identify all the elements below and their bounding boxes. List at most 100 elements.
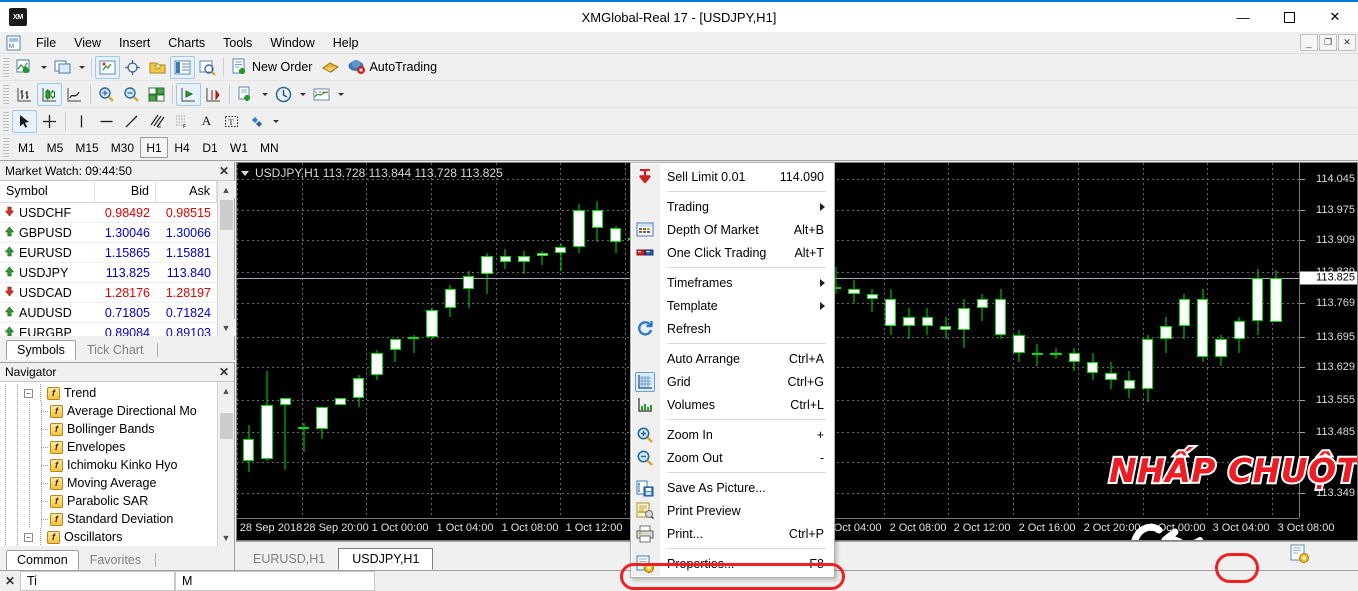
timeframe-grip[interactable]	[3, 138, 9, 157]
tab-symbols[interactable]: Symbols	[6, 340, 76, 360]
scroll-up-icon[interactable]: ▲	[217, 181, 235, 198]
mdi-close-button[interactable]: ✕	[1338, 34, 1356, 51]
menu-view[interactable]: View	[65, 33, 110, 53]
context-menu-item[interactable]: One Click Trading Alt+T	[631, 241, 834, 264]
data-window-button[interactable]	[120, 56, 145, 79]
market-watch-scrollbar[interactable]: ▲ ▼	[217, 181, 235, 336]
context-menu-item[interactable]: Save As Picture...	[631, 476, 834, 499]
market-watch-row[interactable]: USDCHF 0.98492 0.98515	[0, 203, 217, 223]
equidistant-channel-button[interactable]: E	[144, 110, 169, 133]
context-menu-item[interactable]: Properties... F8	[631, 552, 834, 575]
tile-windows-button[interactable]	[144, 83, 169, 106]
context-menu-item[interactable]: Sell Limit 0.01 114.090	[631, 165, 834, 188]
menu-tools[interactable]: Tools	[214, 33, 261, 53]
column-header-bid[interactable]: Bid	[95, 181, 156, 202]
context-menu-item[interactable]: Timeframes	[631, 271, 834, 294]
profiles-dropdown[interactable]	[75, 56, 88, 79]
timeframe-h4[interactable]: H4	[168, 137, 196, 158]
periods-button[interactable]	[271, 83, 296, 106]
tree-item[interactable]: f Ichimoku Kinko Hyo	[0, 456, 217, 474]
cursor-tool-button[interactable]	[12, 109, 37, 133]
tab-common[interactable]: Common	[6, 550, 79, 570]
new-chart-button[interactable]	[12, 56, 37, 79]
timeframe-m30[interactable]: M30	[105, 137, 140, 158]
timeframe-m5[interactable]: M5	[41, 137, 70, 158]
terminal-button[interactable]	[170, 55, 195, 79]
timeframe-d1[interactable]: D1	[196, 137, 224, 158]
chart-dropdown-icon[interactable]	[241, 170, 249, 176]
line-chart-button[interactable]	[62, 83, 87, 106]
text-button[interactable]: A	[194, 110, 219, 133]
new-chart-dropdown[interactable]	[37, 56, 50, 79]
market-watch-close-icon[interactable]: ✕	[219, 164, 229, 178]
minimize-button[interactable]: —	[1220, 1, 1266, 33]
chart-context-menu[interactable]: Sell Limit 0.01 114.090 Trading Depth Of Ma…	[630, 162, 835, 578]
candlestick-chart-button[interactable]	[37, 82, 62, 106]
drawing-toolbar-grip[interactable]	[3, 111, 9, 131]
terminal-close-icon[interactable]: ✕	[0, 574, 20, 588]
periods-dropdown[interactable]	[296, 83, 309, 106]
menu-insert[interactable]: Insert	[110, 33, 159, 53]
timeframe-m15[interactable]: M15	[69, 137, 104, 158]
tree-expander[interactable]: −	[24, 388, 33, 398]
chart-properties-shortcut-icon[interactable]	[1290, 544, 1310, 567]
market-watch-row[interactable]: GBPUSD 1.30046 1.30066	[0, 223, 217, 243]
column-header-symbol[interactable]: Symbol	[0, 181, 95, 202]
scrollbar-thumb[interactable]	[219, 200, 233, 230]
tree-item[interactable]: f Parabolic SAR	[0, 492, 217, 510]
autotrading-button[interactable]: AutoTrading	[343, 56, 443, 79]
auto-scroll-button[interactable]	[176, 82, 201, 106]
tree-group[interactable]: − f Trend	[0, 384, 217, 402]
navigator-close-icon[interactable]: ✕	[219, 365, 229, 379]
column-header-ask[interactable]: Ask	[156, 181, 217, 202]
maximize-button[interactable]	[1266, 1, 1312, 33]
scroll-down-icon[interactable]: ▼	[217, 319, 235, 336]
tree-item[interactable]: f Envelopes	[0, 438, 217, 456]
menu-charts[interactable]: Charts	[159, 33, 214, 53]
chart-tab-eurusd[interactable]: EURUSD,H1	[240, 548, 338, 570]
menu-file[interactable]: File	[27, 33, 65, 53]
crosshair-tool-button[interactable]	[37, 110, 62, 133]
arrows-dropdown[interactable]	[269, 110, 282, 133]
navigator-scrollbar[interactable]: ▲ ▼	[217, 382, 234, 546]
tree-item[interactable]: f Average Directional Mo	[0, 402, 217, 420]
context-menu-item[interactable]: Grid Ctrl+G	[631, 370, 834, 393]
context-menu-item[interactable]: Trading	[631, 195, 834, 218]
market-watch-button[interactable]	[95, 55, 120, 79]
close-button[interactable]: ✕	[1312, 1, 1358, 33]
tree-item[interactable]: f Moving Average	[0, 474, 217, 492]
context-menu-item[interactable]: Refresh	[631, 317, 834, 340]
templates-button[interactable]	[309, 83, 334, 106]
timeframe-mn[interactable]: MN	[254, 137, 285, 158]
tree-item[interactable]: f Standard Deviation	[0, 510, 217, 528]
templates-dropdown[interactable]	[334, 83, 347, 106]
vertical-line-button[interactable]	[69, 110, 94, 133]
timeframe-h1[interactable]: H1	[140, 137, 169, 158]
timeframe-m1[interactable]: M1	[12, 137, 41, 158]
tab-favorites[interactable]: Favorites	[79, 550, 152, 570]
market-watch-row[interactable]: EURUSD 1.15865 1.15881	[0, 243, 217, 263]
arrows-button[interactable]	[244, 110, 269, 133]
context-menu-item[interactable]: Volumes Ctrl+L	[631, 393, 834, 416]
tree-item[interactable]: f Bollinger Bands	[0, 420, 217, 438]
indicators-dropdown[interactable]	[258, 83, 271, 106]
market-watch-row[interactable]: EURGBP 0.89084 0.89103	[0, 323, 217, 336]
tree-group[interactable]: − f Oscillators	[0, 528, 217, 546]
context-menu-item[interactable]: Print Preview	[631, 499, 834, 522]
menu-help[interactable]: Help	[324, 33, 368, 53]
bar-chart-button[interactable]	[12, 83, 37, 106]
zoom-out-button[interactable]	[119, 83, 144, 106]
navigator-button[interactable]	[145, 56, 170, 79]
context-menu-item[interactable]: Zoom In +	[631, 423, 834, 446]
context-menu-item[interactable]: Zoom Out -	[631, 446, 834, 469]
zoom-in-button[interactable]	[94, 83, 119, 106]
context-menu-item[interactable]: Depth Of Market Alt+B	[631, 218, 834, 241]
strategy-tester-button[interactable]	[195, 56, 220, 79]
chart-toolbar-grip[interactable]	[3, 84, 9, 104]
context-menu-item[interactable]: Print... Ctrl+P	[631, 522, 834, 545]
menu-window[interactable]: Window	[261, 33, 323, 53]
nav-scrollbar-thumb[interactable]	[219, 413, 233, 439]
mql-community-button[interactable]	[318, 56, 343, 79]
nav-scroll-up-icon[interactable]: ▲	[217, 382, 234, 399]
timeframe-w1[interactable]: W1	[224, 137, 254, 158]
